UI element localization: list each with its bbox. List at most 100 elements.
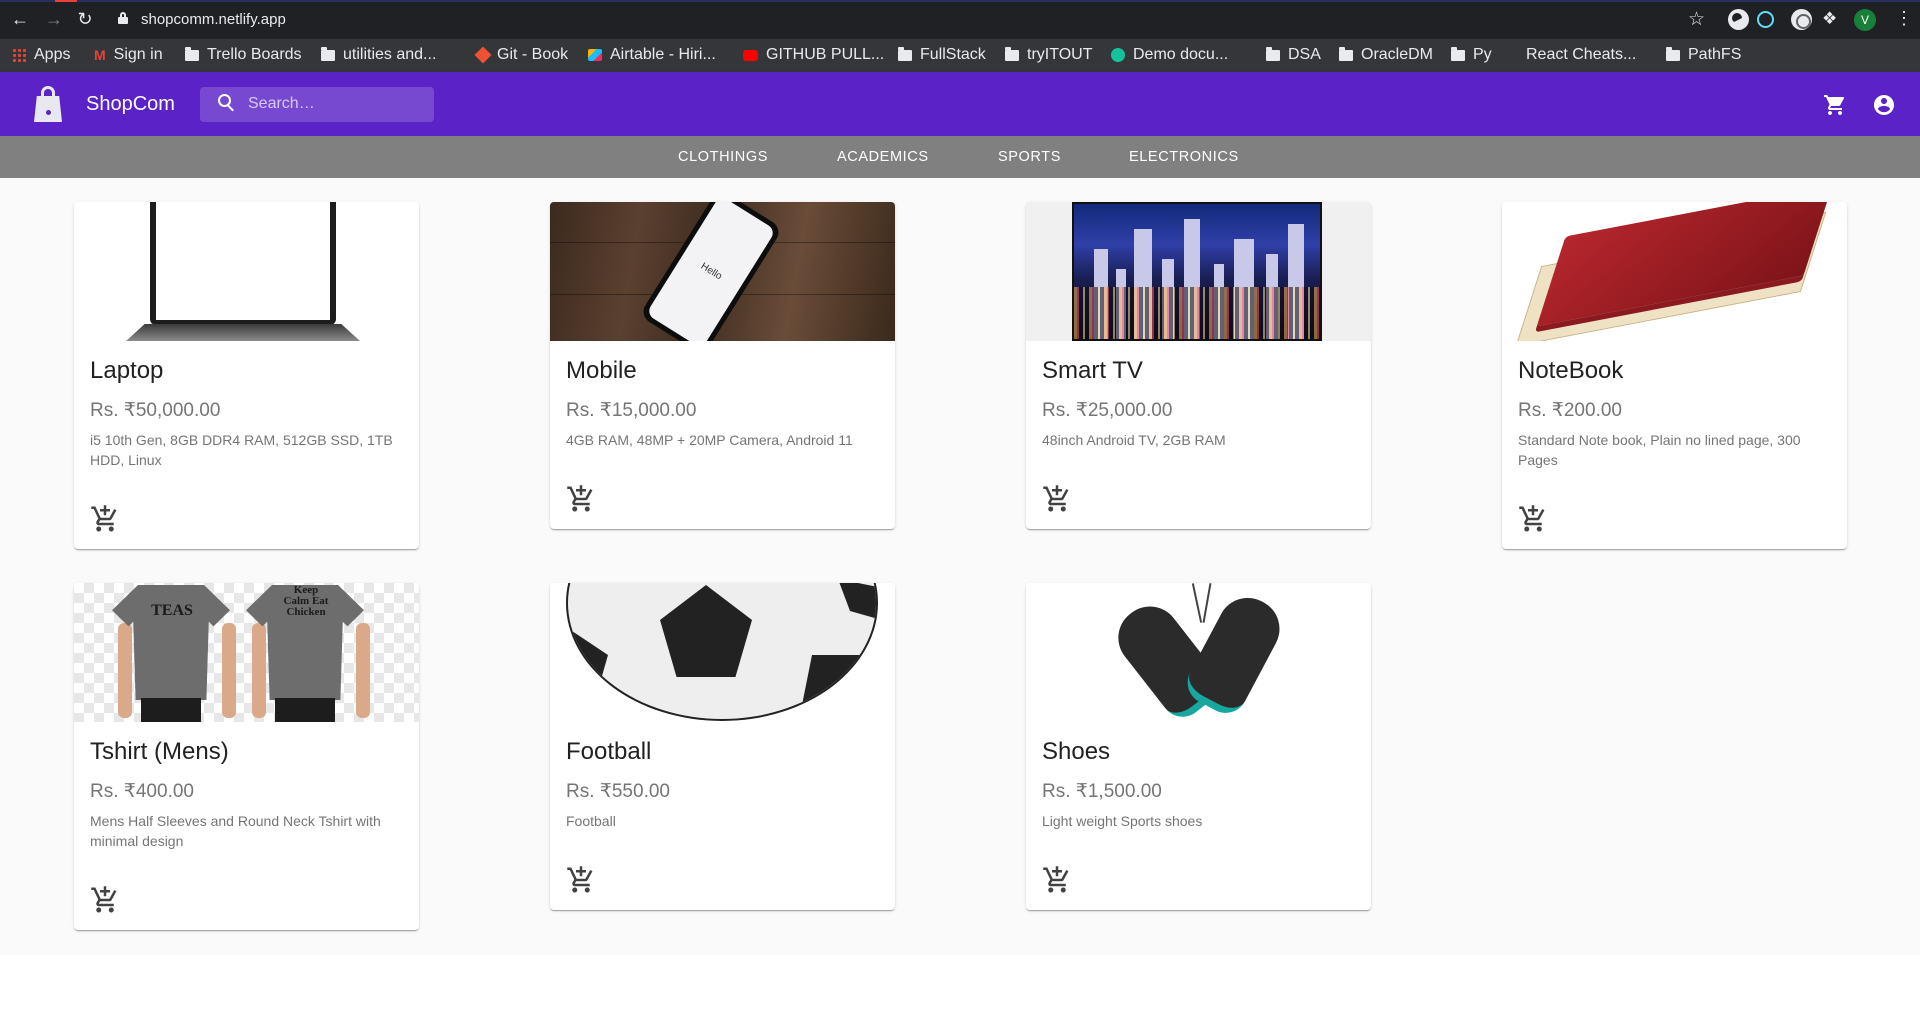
bookmark-pathfs[interactable]: PathFS xyxy=(1666,43,1741,67)
category-bar xyxy=(0,136,1920,178)
bookmark-airtable[interactable]: Airtable - Hiri... xyxy=(588,43,716,67)
lock-icon[interactable] xyxy=(118,12,128,24)
extension-icon[interactable] xyxy=(1791,9,1812,30)
bookmark-star-icon[interactable]: ☆ xyxy=(1688,8,1705,31)
bookmark-trello-boards[interactable]: Trello Boards xyxy=(185,43,302,67)
extension-icon[interactable] xyxy=(1728,9,1749,30)
profile-avatar[interactable]: V xyxy=(1854,9,1876,31)
folder-icon xyxy=(185,46,199,61)
shopping-bag-logo-icon[interactable] xyxy=(34,86,62,122)
category-sports[interactable]: SPORTS xyxy=(998,149,1061,165)
address-bar[interactable] xyxy=(108,6,1708,33)
product-price: Rs. ₹400.00 xyxy=(90,781,194,802)
tab-strip xyxy=(0,0,1920,2)
product-card-notebook[interactable]: NoteBook Rs. ₹200.00 Standard Note book,… xyxy=(1502,202,1847,549)
add-shopping-cart-icon[interactable] xyxy=(90,885,120,915)
product-name: Laptop xyxy=(90,357,164,384)
product-price: Rs. ₹1,500.00 xyxy=(1042,781,1162,802)
folder-icon xyxy=(1339,46,1353,61)
git-icon xyxy=(474,46,492,64)
product-description: Football xyxy=(566,813,616,829)
bookmark-fullstack[interactable]: FullStack xyxy=(898,43,986,67)
folder-icon xyxy=(1005,46,1019,61)
product-card-tshirt[interactable]: TEAS Keep Calm Eat Chicken Tshirt (Mens)… xyxy=(74,583,419,930)
add-shopping-cart-icon[interactable] xyxy=(1518,504,1548,534)
grammarly-icon xyxy=(1111,48,1125,62)
url-text[interactable]: shopcomm.netlify.app xyxy=(141,11,286,28)
browser-menu-icon[interactable]: ⋮ xyxy=(1895,8,1913,29)
product-description: 48inch Android TV, 2GB RAM xyxy=(1042,432,1226,448)
product-price: Rs. ₹550.00 xyxy=(566,781,670,802)
active-tab-indicator xyxy=(55,0,77,2)
bookmark-apps[interactable]: Apps xyxy=(12,43,70,67)
product-image-shoes[interactable] xyxy=(1026,583,1371,722)
folder-icon xyxy=(898,46,912,61)
product-price: Rs. ₹50,000.00 xyxy=(90,400,221,421)
category-academics[interactable]: ACADEMICS xyxy=(837,149,929,165)
extensions-puzzle-icon[interactable]: ❖ xyxy=(1822,9,1837,29)
folder-icon xyxy=(1451,46,1465,61)
product-card-smart-tv[interactable]: Smart TV Rs. ₹25,000.00 48inch Android T… xyxy=(1026,202,1371,529)
back-arrow-icon[interactable]: ← xyxy=(10,9,30,29)
react-devtools-icon[interactable] xyxy=(1757,11,1774,28)
bookmark-oracledm[interactable]: OracleDM xyxy=(1339,43,1433,67)
category-clothings[interactable]: CLOTHINGS xyxy=(678,149,768,165)
bookmark-utilities[interactable]: utilities and... xyxy=(321,43,436,67)
product-card-laptop[interactable]: Laptop Rs. ₹50,000.00 i5 10th Gen, 8GB D… xyxy=(74,202,419,549)
product-description: 4GB RAM, 48MP + 20MP Camera, Android 11 xyxy=(566,432,853,448)
account-circle-icon[interactable] xyxy=(1872,93,1896,117)
add-shopping-cart-icon[interactable] xyxy=(1042,484,1072,514)
folder-icon xyxy=(1666,46,1680,61)
reload-icon[interactable]: ↻ xyxy=(75,9,95,29)
gmail-icon: M xyxy=(94,47,106,63)
product-image-notebook[interactable] xyxy=(1502,202,1847,341)
product-image-smart-tv[interactable] xyxy=(1026,202,1371,341)
product-card-shoes[interactable]: Shoes Rs. ₹1,500.00 Light weight Sports … xyxy=(1026,583,1371,910)
product-price: Rs. ₹25,000.00 xyxy=(1042,400,1173,421)
product-name: Tshirt (Mens) xyxy=(90,738,229,765)
tshirt-back-print: Keep Calm Eat Chicken xyxy=(283,584,329,618)
bookmark-git-book[interactable]: Git - Book xyxy=(474,43,568,67)
category-electronics[interactable]: ELECTRONICS xyxy=(1129,149,1239,165)
product-name: Shoes xyxy=(1042,738,1111,765)
product-image-mobile[interactable] xyxy=(550,202,895,341)
product-price: Rs. ₹15,000.00 xyxy=(566,400,697,421)
product-price: Rs. ₹200.00 xyxy=(1518,400,1622,421)
product-name: Football xyxy=(566,738,652,765)
folder-icon xyxy=(321,46,335,61)
app-title[interactable]: ShopCom xyxy=(86,92,175,116)
product-description: Light weight Sports shoes xyxy=(1042,813,1203,829)
search-input[interactable] xyxy=(248,91,428,117)
tshirt-front-print: TEAS xyxy=(151,602,193,619)
forward-arrow-icon[interactable]: → xyxy=(44,9,64,29)
folder-icon xyxy=(1266,46,1280,61)
add-shopping-cart-icon[interactable] xyxy=(1042,865,1072,895)
blank-page-icon xyxy=(1508,50,1518,61)
bookmark-tryitout[interactable]: tryITOUT xyxy=(1005,43,1092,67)
search-icon xyxy=(218,94,236,112)
product-description: i5 10th Gen, 8GB DDR4 RAM, 512GB SSD, 1T… xyxy=(90,432,393,468)
bookmark-py[interactable]: Py xyxy=(1451,43,1492,67)
product-name: NoteBook xyxy=(1518,357,1624,384)
product-image-tshirt[interactable]: TEAS Keep Calm Eat Chicken xyxy=(74,583,419,722)
bookmark-demo-docu[interactable]: Demo docu... xyxy=(1111,43,1228,67)
product-card-mobile[interactable]: Mobile Rs. ₹15,000.00 4GB RAM, 48MP + 20… xyxy=(550,202,895,529)
bookmark-react-cheats[interactable]: React Cheats... xyxy=(1508,43,1636,67)
bookmark-github-pull[interactable]: GITHUB PULL... xyxy=(743,43,884,67)
bookmark-dsa[interactable]: DSA xyxy=(1266,43,1321,67)
product-name: Mobile xyxy=(566,357,637,384)
airtable-icon xyxy=(588,49,602,61)
product-description: Mens Half Sleeves and Round Neck Tshirt … xyxy=(90,813,381,849)
add-shopping-cart-icon[interactable] xyxy=(566,865,596,895)
add-shopping-cart-icon[interactable] xyxy=(566,484,596,514)
shopping-cart-icon[interactable] xyxy=(1823,93,1847,117)
product-image-laptop[interactable] xyxy=(74,202,419,341)
product-card-football[interactable]: Football Rs. ₹550.00 Football xyxy=(550,583,895,910)
youtube-icon xyxy=(743,49,758,61)
product-image-football[interactable] xyxy=(550,583,895,722)
product-description: Standard Note book, Plain no lined page,… xyxy=(1518,432,1801,468)
add-shopping-cart-icon[interactable] xyxy=(90,504,120,534)
product-name: Smart TV xyxy=(1042,357,1143,384)
bookmark-sign-in[interactable]: M Sign in xyxy=(94,43,163,67)
apps-grid-icon xyxy=(12,48,26,62)
